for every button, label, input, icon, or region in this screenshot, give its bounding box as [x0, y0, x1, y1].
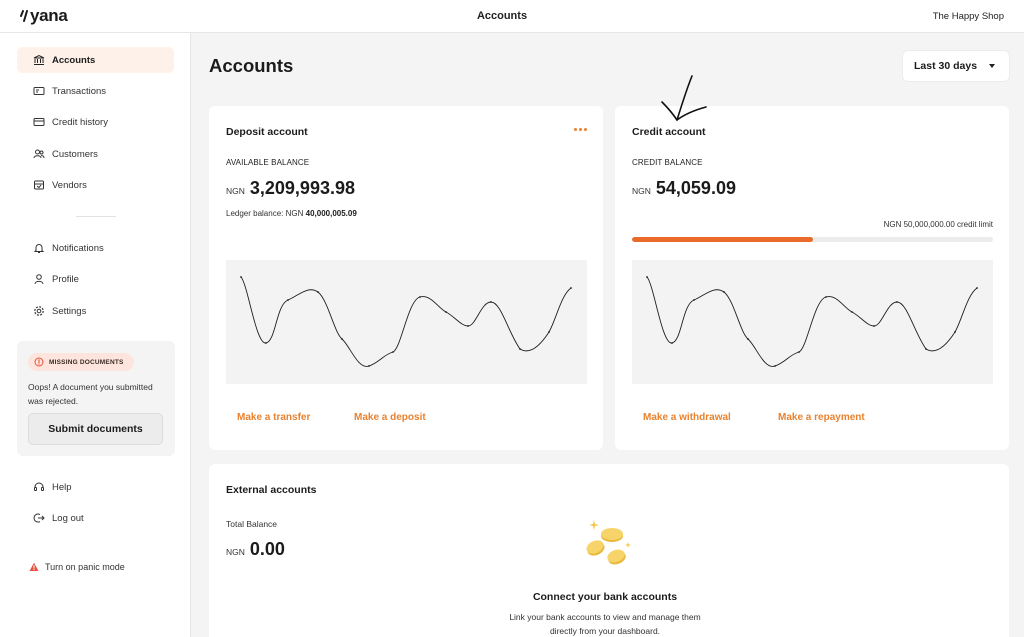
sidebar-item-vendors[interactable]: Vendors: [17, 172, 174, 198]
sidebar-item-customers[interactable]: Customers: [17, 141, 174, 167]
nav-divider: [76, 216, 116, 217]
sidebar-item-label: Transactions: [52, 85, 107, 97]
sidebar-item-label: Settings: [52, 305, 87, 317]
ledger-balance-label: Ledger balance: NGN: [226, 209, 304, 218]
sidebar-item-label: Notifications: [52, 242, 104, 254]
sidebar-item-logout[interactable]: Log out: [17, 505, 174, 531]
chevron-down-icon: [989, 64, 995, 68]
sidebar-item-label: Help: [52, 481, 72, 493]
connect-bank-title: Connect your bank accounts: [532, 591, 678, 603]
deposit-account-card: Deposit account AVAILABLE BALANCE NGN 3,…: [209, 106, 603, 450]
deposit-balance: NGN 3,209,993.98: [226, 178, 355, 199]
deposit-currency: NGN: [226, 186, 245, 196]
sidebar-item-label: Vendors: [52, 179, 87, 191]
store-icon: [34, 180, 44, 190]
arrow-annotation-icon: [661, 75, 707, 122]
page-title: Accounts: [209, 55, 294, 76]
sidebar-item-credit-history[interactable]: Credit history: [17, 109, 174, 135]
sidebar-item-label: Profile: [52, 273, 79, 285]
sidebar-item-label: Log out: [52, 512, 84, 524]
external-accounts-card: External accounts Total Balance NGN 0.00…: [209, 464, 1009, 637]
make-withdrawal-link[interactable]: Make a withdrawal: [643, 412, 731, 423]
receipt-icon: [33, 87, 45, 95]
deposit-sparkline-chart: [240, 276, 572, 367]
credit-currency: NGN: [632, 186, 651, 196]
sidebar-item-settings[interactable]: Settings: [17, 298, 174, 324]
credit-balance-value: 54,059.09: [655, 178, 736, 198]
credit-sparkline: [632, 260, 993, 384]
sidebar: Accounts Transactions Credit history Cus…: [0, 33, 191, 637]
panic-mode-link[interactable]: Turn on panic mode: [29, 562, 125, 572]
sidebar-item-label: Accounts: [52, 54, 96, 66]
sidebar-item-accounts[interactable]: Accounts: [17, 47, 174, 73]
connect-bank-description: Link your bank accounts to view and mana…: [509, 612, 701, 636]
user-icon: [34, 274, 44, 285]
credit-usage-fill: [632, 237, 813, 242]
panic-mode-label: Turn on panic mode: [45, 562, 125, 572]
deposit-account-title: Deposit account: [226, 126, 308, 138]
sidebar-item-notifications[interactable]: Notifications: [17, 235, 174, 261]
credit-account-title: Credit account: [632, 126, 706, 138]
missing-documents-badge: MISSING DOCUMENTS: [28, 353, 134, 371]
make-deposit-link[interactable]: Make a deposit: [354, 412, 426, 423]
external-balance-value: 0.00: [249, 539, 285, 559]
available-balance-label: AVAILABLE BALANCE: [226, 158, 310, 167]
alert-circle-icon: [34, 357, 44, 367]
missing-documents-panel: MISSING DOCUMENTS Oops! A document you s…: [17, 341, 175, 456]
credit-card-icon: [33, 118, 45, 126]
bell-icon: [33, 244, 45, 253]
warning-icon: [29, 562, 39, 571]
submit-documents-button[interactable]: Submit documents: [28, 413, 163, 445]
credit-limit: NGN 50,000,000.00 credit limit: [883, 220, 993, 229]
shop-name[interactable]: The Happy Shop: [933, 11, 1004, 22]
coins-icon: [586, 520, 631, 565]
credit-balance-label: CREDIT BALANCE: [632, 158, 703, 167]
total-balance-label: Total Balance: [226, 519, 278, 529]
missing-documents-message: Oops! A document you submitted was rejec…: [28, 382, 153, 406]
make-transfer-link[interactable]: Make a transfer: [237, 412, 310, 423]
ledger-balance-value: 40,000,005.09: [305, 209, 357, 218]
date-range-select[interactable]: Last 30 days: [903, 51, 1009, 81]
make-repayment-link[interactable]: Make a repayment: [778, 412, 865, 423]
sidebar-item-help[interactable]: Help: [17, 474, 174, 500]
headset-icon: [34, 482, 44, 491]
users-icon: [33, 149, 45, 159]
missing-documents-badge-label: MISSING DOCUMENTS: [49, 358, 124, 366]
sidebar-item-label: Customers: [52, 148, 98, 160]
credit-usage-bar: [632, 237, 993, 242]
ledger-balance: Ledger balance: NGN 40,000,005.09: [226, 209, 357, 218]
credit-sparkline-chart: [646, 276, 978, 367]
sidebar-item-transactions[interactable]: Transactions: [17, 78, 174, 104]
external-currency: NGN: [226, 547, 245, 557]
deposit-balance-value: 3,209,993.98: [249, 178, 355, 198]
external-balance: NGN 0.00: [226, 539, 285, 560]
credit-account-card: Credit account CREDIT BALANCE NGN 54,059…: [615, 75, 1009, 450]
sidebar-item-profile[interactable]: Profile: [17, 266, 174, 292]
sidebar-item-label: Credit history: [52, 116, 108, 128]
top-title: Accounts: [476, 10, 528, 22]
bank-icon: [33, 54, 45, 65]
deposit-sparkline: [226, 260, 587, 384]
gear-icon: [34, 306, 44, 316]
logout-icon: [33, 513, 45, 523]
credit-balance: NGN 54,059.09: [632, 178, 736, 199]
date-range-value: Last 30 days: [914, 60, 978, 72]
top-bar: yana Accounts The Happy Shop: [0, 0, 1024, 33]
external-accounts-title: External accounts: [226, 484, 317, 496]
more-options-icon[interactable]: [574, 128, 587, 131]
